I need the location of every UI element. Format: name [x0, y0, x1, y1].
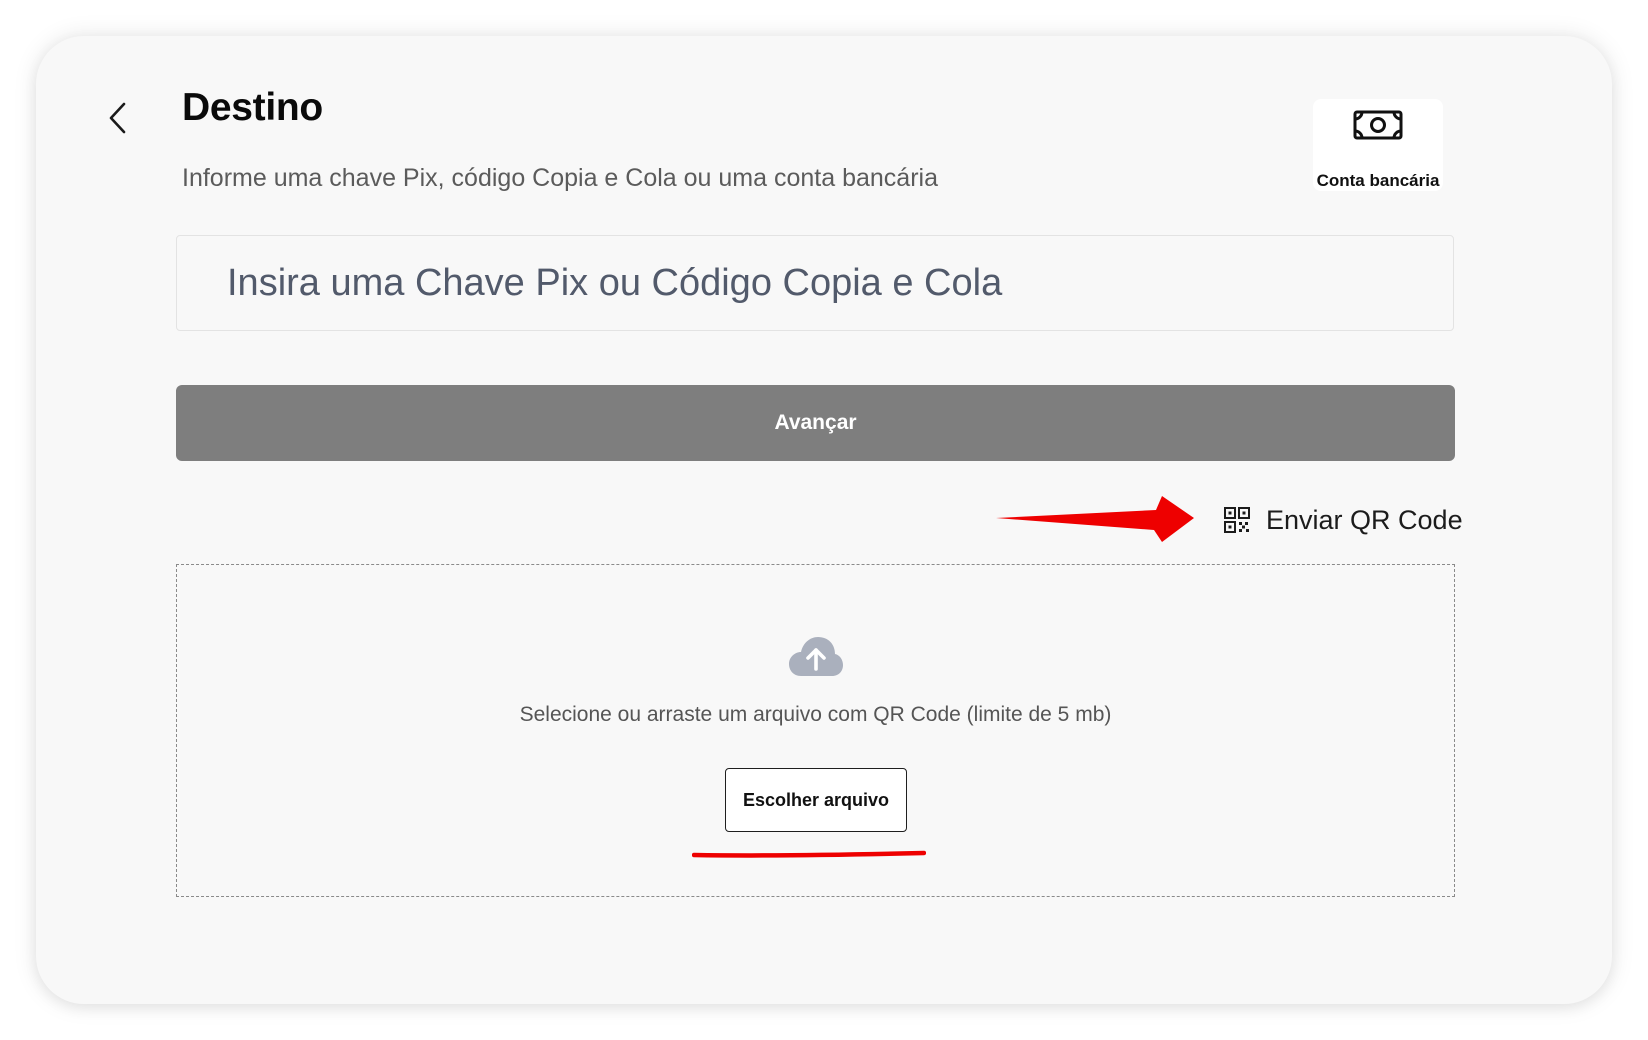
- screenshot-stage: Destino Informe uma chave Pix, código Co…: [0, 0, 1648, 1040]
- bank-account-button[interactable]: Conta bancária: [1313, 99, 1443, 191]
- send-qr-code-link[interactable]: Enviar QR Code: [1224, 500, 1463, 540]
- qr-code-icon: [1224, 507, 1250, 533]
- cloud-upload-icon: [789, 637, 843, 676]
- page-subtitle: Informe uma chave Pix, código Copia e Co…: [182, 164, 938, 192]
- bank-account-label: Conta bancária: [1316, 171, 1440, 190]
- page-title: Destino: [182, 86, 323, 129]
- back-button[interactable]: [96, 96, 140, 140]
- pix-key-input[interactable]: [176, 235, 1454, 331]
- red-underline-annotation: [692, 850, 926, 858]
- money-bill-icon: [1353, 110, 1403, 140]
- dropzone-instructions: Selecione ou arraste um arquivo com QR C…: [519, 703, 1112, 726]
- chevron-left-icon: [109, 102, 126, 134]
- red-arrow-annotation: [996, 496, 1194, 542]
- advance-button[interactable]: Avançar: [176, 385, 1455, 461]
- choose-file-button[interactable]: Escolher arquivo: [725, 768, 907, 832]
- send-qr-code-label: Enviar QR Code: [1266, 504, 1463, 535]
